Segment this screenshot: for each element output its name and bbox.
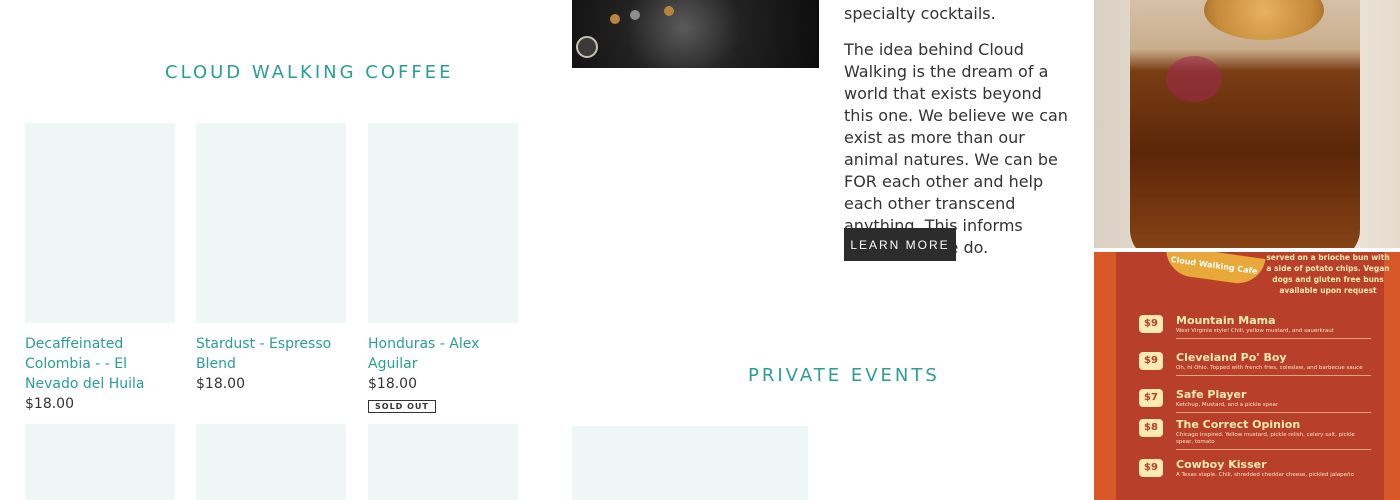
menu-item-name: Cowboy Kisser bbox=[1176, 458, 1267, 471]
menu-item: $9 Cowboy Kisser A Texas staple. Chili, … bbox=[1139, 458, 1371, 479]
product-name[interactable]: Stardust - Espresso Blend bbox=[196, 334, 346, 374]
product-price: $18.00 bbox=[368, 376, 417, 392]
menu-item-name: The Correct Opinion bbox=[1176, 418, 1301, 431]
roaster-photo bbox=[572, 0, 819, 68]
sold-out-badge: SOLD OUT bbox=[368, 400, 436, 413]
menu-item: $7 Safe Player Ketchup, Mustard, and a p… bbox=[1139, 388, 1371, 413]
menu-item: $9 Cleveland Po' Boy Oh, hi Ohio. Topped… bbox=[1139, 351, 1371, 376]
gauge-dial bbox=[576, 36, 598, 58]
about-text-top: specialty cocktails. bbox=[844, 4, 996, 23]
menu-price: $9 bbox=[1139, 459, 1163, 477]
product-price: $18.00 bbox=[196, 376, 245, 392]
menu-item-name: Mountain Mama bbox=[1176, 314, 1276, 327]
divider bbox=[1176, 449, 1371, 450]
product-name[interactable]: Decaffeinated Colombia - - El Nevado del… bbox=[25, 334, 175, 394]
menu-intro-text: served on a brioche bun with a side of p… bbox=[1266, 253, 1390, 295]
shop-section-title: CLOUD WALKING COFFEE bbox=[165, 62, 454, 83]
menu-item-desc: Ketchup, Mustard, and a pickle spear bbox=[1176, 402, 1279, 408]
cocktail-photo bbox=[1094, 0, 1400, 248]
menu-item: $9 Mountain Mama West Virginia style! Ch… bbox=[1139, 314, 1371, 339]
product-image[interactable] bbox=[196, 424, 346, 500]
product-name[interactable]: Honduras - Alex Aguilar bbox=[368, 334, 518, 374]
roaster-knob bbox=[630, 10, 640, 20]
about-copy: specialty cocktails. The idea behind Clo… bbox=[844, 0, 1069, 259]
menu-item: $8 The Correct Opinion Chicago inspired.… bbox=[1139, 418, 1371, 450]
product-card[interactable]: Stardust - Espresso Blend $18.00 bbox=[196, 123, 346, 394]
about-paragraph: The idea behind Cloud Walking is the dre… bbox=[844, 40, 1068, 257]
menu-item-name: Cleveland Po' Boy bbox=[1176, 351, 1287, 364]
cafe-logo: Cloud Walking Cafe bbox=[1162, 252, 1266, 287]
menu-item-name: Safe Player bbox=[1176, 388, 1247, 401]
events-section-title: PRIVATE EVENTS bbox=[748, 365, 940, 386]
learn-more-button[interactable]: LEARN MORE bbox=[844, 228, 956, 261]
menu-photo: Cloud Walking Cafe served on a brioche b… bbox=[1094, 252, 1400, 500]
menu-item-desc: A Texas staple. Chili, shredded cheddar … bbox=[1176, 472, 1354, 478]
menu-price: $7 bbox=[1139, 389, 1163, 407]
menu-price: $9 bbox=[1139, 315, 1163, 333]
divider bbox=[1176, 412, 1371, 413]
product-card[interactable]: Decaffeinated Colombia - - El Nevado del… bbox=[25, 123, 175, 414]
menu-item-desc: Chicago inspired. Yellow mustard, pickle… bbox=[1176, 432, 1355, 445]
menu-item-desc: West Virginia style! Chili, yellow musta… bbox=[1176, 328, 1334, 334]
product-image[interactable] bbox=[25, 424, 175, 500]
menu-card: Cloud Walking Cafe served on a brioche b… bbox=[1116, 252, 1390, 500]
garnish-dust bbox=[1166, 56, 1222, 102]
roaster-knob bbox=[664, 6, 674, 16]
product-image[interactable] bbox=[368, 123, 518, 323]
menu-item-desc: Oh, hi Ohio. Topped with french fries, c… bbox=[1176, 365, 1363, 371]
product-image[interactable] bbox=[196, 123, 346, 323]
product-price: $18.00 bbox=[25, 396, 74, 412]
divider bbox=[1176, 338, 1371, 339]
product-image[interactable] bbox=[368, 424, 518, 500]
menu-price: $8 bbox=[1139, 419, 1163, 437]
divider bbox=[1176, 375, 1371, 376]
events-image[interactable] bbox=[572, 426, 808, 500]
menu-price: $9 bbox=[1139, 352, 1163, 370]
roaster-knob bbox=[610, 14, 620, 24]
product-card[interactable]: Honduras - Alex Aguilar $18.00 SOLD OUT bbox=[368, 123, 518, 413]
product-image[interactable] bbox=[25, 123, 175, 323]
